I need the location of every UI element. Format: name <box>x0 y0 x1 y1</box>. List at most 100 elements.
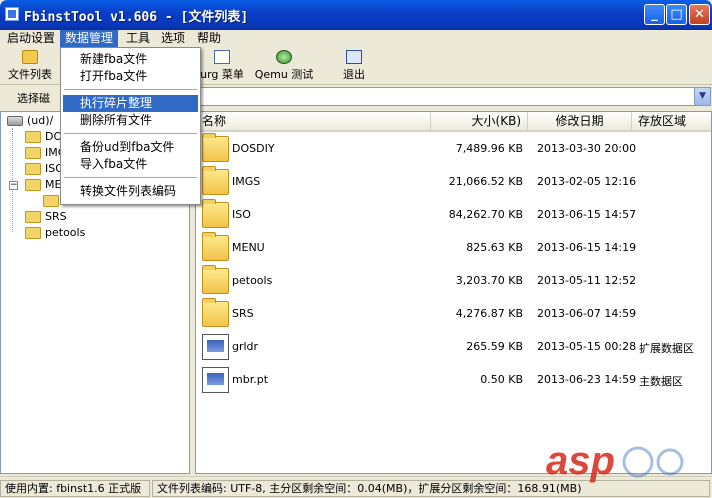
file-icon <box>202 334 229 360</box>
qemu-icon <box>276 50 292 64</box>
folder-icon <box>202 232 229 261</box>
status-engine: 使用内置: fbinst1.6 正式版 <box>0 480 150 497</box>
row-area: 主数据区 <box>639 375 683 388</box>
qemu-test-button[interactable]: Qemu 测试 <box>254 49 314 83</box>
status-info: 文件列表编码: UTF-8, 主分区剩余空间：0.04(MB)，扩展分区剩余空间… <box>152 480 710 497</box>
tree-node-label: petools <box>45 226 86 239</box>
list-row[interactable]: IMGS 21,066.52 KB 2013-02-05 12:16 <box>196 166 711 199</box>
folder-icon <box>43 195 59 207</box>
app-icon <box>5 7 19 21</box>
disk-select-label: 选择磁 <box>17 92 50 105</box>
column-size[interactable]: 大小(KB) <box>431 112 528 130</box>
row-name: DOSDIY <box>232 142 275 155</box>
menu-help[interactable]: 帮助 <box>192 30 226 47</box>
folder-icon <box>25 227 41 239</box>
tree-node-petools[interactable]: petools <box>25 225 145 241</box>
document-icon <box>214 50 230 64</box>
maximize-button[interactable]: □ <box>666 4 687 25</box>
list-row[interactable]: MENU 825.63 KB 2013-06-15 14:19 <box>196 232 711 265</box>
row-date: 2013-03-30 20:00 <box>537 142 637 155</box>
menu-tools[interactable]: 工具 <box>121 30 155 47</box>
window-title: FbinstTool v1.606 - [文件列表] <box>24 10 249 25</box>
exit-icon <box>346 50 362 64</box>
menu-boot-settings[interactable]: 启动设置 <box>2 30 60 47</box>
folder-icon <box>22 50 38 64</box>
folder-icon <box>202 265 229 294</box>
menu-options[interactable]: 选项 <box>156 30 190 47</box>
grub-menu-button[interactable]: urg 菜单 <box>196 49 248 83</box>
row-size: 265.59 KB <box>466 340 523 353</box>
list-row[interactable]: grldr 265.59 KB 2013-05-15 00:28 扩展数据区 <box>196 332 711 364</box>
list-header: 名称 大小(KB) 修改日期 存放区域 <box>196 112 711 132</box>
row-area: 扩展数据区 <box>639 342 694 355</box>
row-size: 0.50 KB <box>480 373 523 386</box>
row-date: 2013-06-23 14:59 <box>537 373 637 386</box>
row-date: 2013-02-05 12:16 <box>537 175 637 188</box>
row-size: 4,276.87 KB <box>455 307 523 320</box>
row-date: 2013-06-15 14:57 <box>537 208 637 221</box>
menu-separator <box>64 177 197 178</box>
menu-item-open-fba[interactable]: 打开fba文件 <box>63 68 198 85</box>
list-row[interactable]: ISO 84,262.70 KB 2013-06-15 14:57 <box>196 199 711 232</box>
row-size: 21,066.52 KB <box>448 175 523 188</box>
tree-node-srs[interactable]: SRS <box>25 209 145 225</box>
status-bar: 使用内置: fbinst1.6 正式版 文件列表编码: UTF-8, 主分区剩余… <box>0 476 712 498</box>
qemu-test-label: Qemu 测试 <box>254 68 314 81</box>
row-name: grldr <box>232 340 259 353</box>
list-row[interactable]: petools 3,203.70 KB 2013-05-11 12:52 <box>196 265 711 298</box>
minimize-button[interactable]: _ <box>644 4 665 25</box>
title-bar: FbinstTool v1.606 - [文件列表] _ □ ✕ <box>0 0 712 30</box>
menu-bar: 启动设置 数据管理 工具 选项 帮助 <box>0 30 712 47</box>
column-area[interactable]: 存放区域 <box>632 112 711 130</box>
folder-icon <box>202 166 229 195</box>
menu-data-management[interactable]: 数据管理 <box>60 30 119 47</box>
menu-item-backup-ud[interactable]: 备份ud到fba文件 <box>63 139 198 156</box>
row-size: 84,262.70 KB <box>448 208 523 221</box>
row-size: 825.63 KB <box>466 241 523 254</box>
list-row[interactable]: SRS 4,276.87 KB 2013-06-07 14:59 <box>196 298 711 331</box>
file-icon <box>202 367 229 393</box>
file-list-label: 文件列表 <box>8 68 52 81</box>
path-combobox[interactable]: ▼ <box>197 87 711 106</box>
file-list-button[interactable]: 文件列表 <box>4 49 56 83</box>
grub-menu-label: urg 菜单 <box>200 68 244 81</box>
row-name: IMGS <box>232 175 261 188</box>
tree-root-label: (ud)/ <box>27 114 54 127</box>
row-name: petools <box>232 274 273 287</box>
exit-label: 退出 <box>343 68 365 81</box>
list-row[interactable]: mbr.pt 0.50 KB 2013-06-23 14:59 主数据区 <box>196 365 711 397</box>
file-list[interactable]: 名称 大小(KB) 修改日期 存放区域 DOSDIY 7,489.96 KB 201… <box>195 111 712 474</box>
row-name: MENU <box>232 241 265 254</box>
menu-separator <box>64 133 197 134</box>
column-name[interactable]: 名称 <box>196 112 431 130</box>
chevron-down-icon[interactable]: ▼ <box>694 88 710 105</box>
folder-icon <box>25 211 41 223</box>
data-management-menu: 新建fba文件 打开fba文件 执行碎片整理 删除所有文件 备份ud到fba文件… <box>60 47 201 205</box>
row-name: SRS <box>232 307 254 320</box>
row-date: 2013-06-15 14:19 <box>537 241 637 254</box>
row-date: 2013-05-15 00:28 <box>537 340 637 353</box>
folder-icon <box>25 163 41 175</box>
exit-button[interactable]: 退出 <box>337 49 371 83</box>
menu-item-delete-all[interactable]: 删除所有文件 <box>63 112 198 129</box>
menu-item-defragment[interactable]: 执行碎片整理 <box>63 95 198 112</box>
folder-icon <box>202 298 229 327</box>
row-date: 2013-06-07 14:59 <box>537 307 637 320</box>
folder-icon <box>202 133 229 162</box>
row-name: mbr.pt <box>232 373 269 386</box>
folder-icon <box>25 131 41 143</box>
folder-icon <box>202 199 229 228</box>
menu-item-import-fba[interactable]: 导入fba文件 <box>63 156 198 173</box>
folder-icon <box>25 179 41 191</box>
close-button[interactable]: ✕ <box>689 4 710 25</box>
tree-expander-menu[interactable]: − <box>9 181 18 190</box>
row-size: 3,203.70 KB <box>455 274 523 287</box>
drive-icon <box>7 116 23 126</box>
row-name: ISO <box>232 208 251 221</box>
menu-item-convert-encoding[interactable]: 转换文件列表编码 <box>63 183 198 200</box>
tree-node-label: SRS <box>45 210 67 223</box>
menu-item-new-fba[interactable]: 新建fba文件 <box>63 51 198 68</box>
folder-icon <box>25 147 41 159</box>
column-date[interactable]: 修改日期 <box>528 112 632 130</box>
list-row[interactable]: DOSDIY 7,489.96 KB 2013-03-30 20:00 <box>196 133 711 166</box>
